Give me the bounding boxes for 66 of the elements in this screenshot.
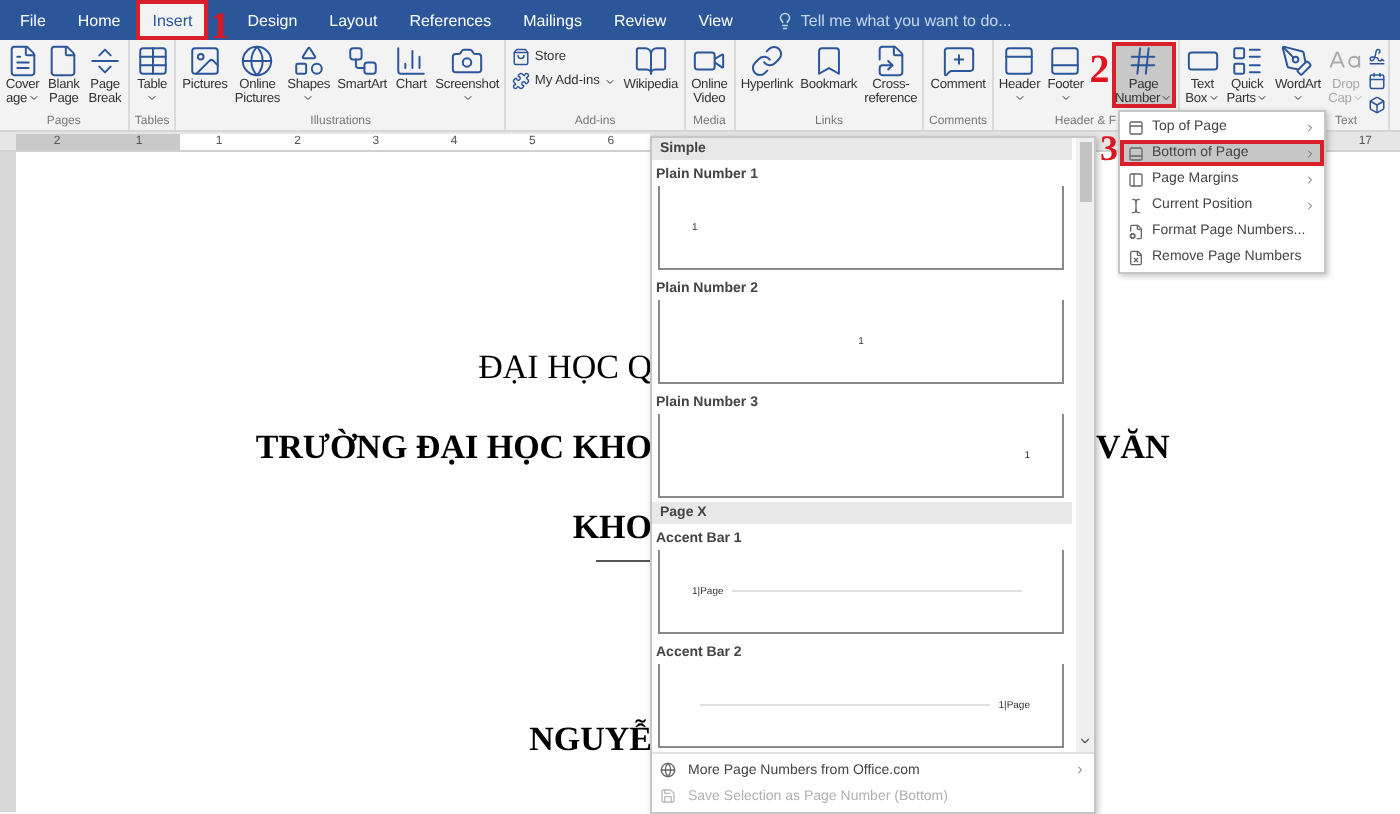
puzzle-icon [512,72,531,90]
document-text: TRƯỜNG ĐẠI HỌC KHO [255,428,652,468]
caret-icon [27,92,40,105]
callout-number: 3 [1100,130,1118,166]
globe-icon [240,44,275,78]
scroll-down-icon[interactable] [1078,734,1092,748]
document-icon [5,44,40,78]
page-break-icon [87,44,122,78]
camera-icon [450,44,485,78]
comment-icon [941,44,976,78]
save-icon [660,788,676,804]
document-text: ĐẠI HỌC Q [478,348,652,388]
object-icon[interactable] [1367,96,1386,114]
header-icon [1002,44,1037,78]
globe-icon [660,762,676,778]
caret-icon [1059,92,1072,104]
caret-icon [302,92,315,104]
cursor-icon [1128,197,1144,213]
signature-icon[interactable] [1367,48,1386,66]
list-icon [1230,44,1265,78]
ribbon-tab[interactable]: References [393,0,508,40]
caret-icon [146,92,159,104]
caret-icon [461,92,474,104]
footer-icon [1048,44,1083,78]
ribbon-tab[interactable]: Home [61,0,137,40]
ribbon-tab[interactable]: File [4,0,62,40]
scrollbar-thumb[interactable] [1079,142,1091,202]
page-top-icon [1128,119,1144,135]
ribbon-tab[interactable]: Mailings [507,0,598,40]
cross-reference-icon [873,44,908,78]
format-icon [1128,223,1144,239]
ribbon-tab[interactable]: Layout [313,0,394,40]
table-icon [135,44,170,78]
caret-icon [1207,92,1220,105]
remove-icon [1128,249,1144,265]
tell-me-field[interactable]: Tell me what you want to do... [800,11,1121,29]
bar-chart-icon [394,44,429,78]
page-margin-icon [1128,171,1144,187]
calendar-icon[interactable] [1367,72,1386,90]
caret-icon [1351,92,1364,105]
hash-icon [1126,44,1161,78]
book-icon [633,44,668,78]
callout-number: 1 [208,8,232,46]
picture-icon [187,44,222,78]
caret-icon [1013,92,1026,104]
scrollbar[interactable] [1076,138,1094,752]
blank-page-icon [46,44,81,78]
shopping-bag-icon [512,48,531,66]
diagram-icon [345,44,380,78]
shapes-icon [291,44,326,78]
ribbon-tab[interactable]: Design [231,0,314,40]
caret-icon [1160,92,1173,105]
page-bottom-icon [1128,145,1144,161]
link-icon [749,44,784,78]
pen-icon [1280,44,1315,78]
document-text: VĂN [1096,428,1170,468]
lightbulb-icon [776,11,795,29]
ribbon-tab[interactable]: Insert [136,0,209,40]
caret-icon [1291,92,1304,104]
callout-number: 2 [1087,50,1112,90]
caret-icon [1255,92,1268,105]
ribbon-tab[interactable]: Review [597,0,683,40]
document-text: KHO [572,508,652,548]
caret-icon [603,75,616,87]
ribbon-tab[interactable]: View [682,0,749,40]
document-text: NGUYỄ [529,720,652,760]
